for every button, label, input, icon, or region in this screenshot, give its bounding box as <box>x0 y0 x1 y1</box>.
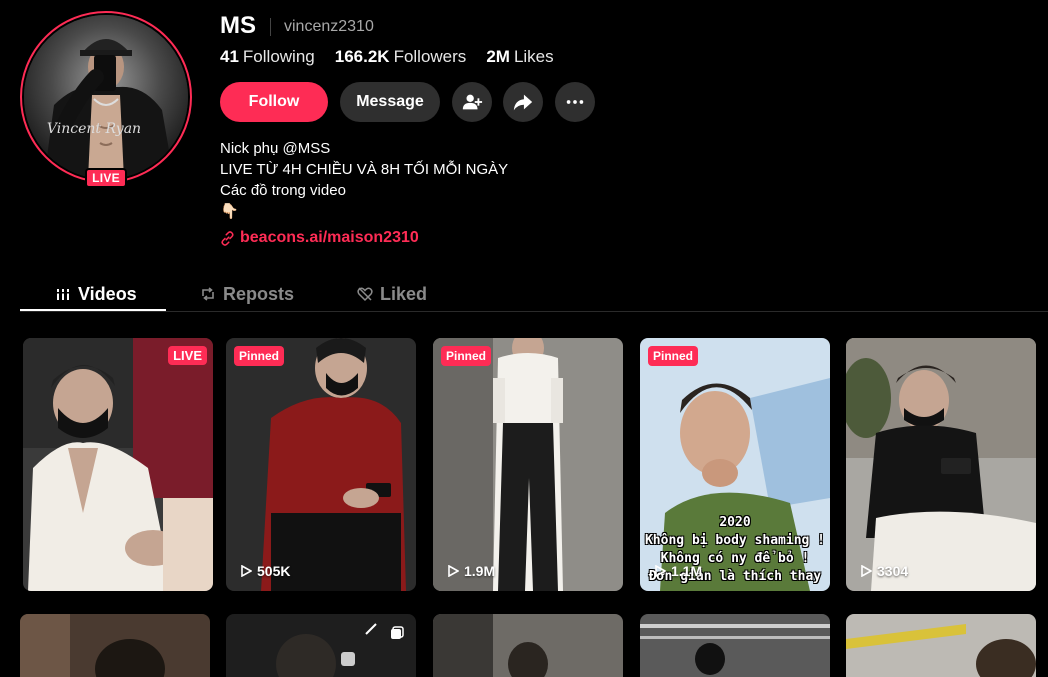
video-card[interactable] <box>20 614 210 677</box>
video-card[interactable]: Pinned 505K <box>226 338 416 591</box>
following-count: 41 <box>220 47 239 66</box>
tab-liked[interactable]: Liked <box>357 278 427 310</box>
view-count: 1.9M <box>447 563 495 579</box>
video-thumbnail <box>23 338 213 591</box>
view-count-text: 1.1M <box>671 563 703 579</box>
pinned-badge: Pinned <box>648 346 699 366</box>
bio-emoji: 👇🏻 <box>220 203 239 220</box>
profile-page: Vincent Ryan LIVE MS vincenz2310 41 Follo… <box>0 0 1048 677</box>
play-icon <box>655 565 666 577</box>
grid-bars-icon <box>56 289 70 300</box>
bio-link[interactable]: beacons.ai/maison2310 <box>220 229 419 247</box>
play-icon <box>861 565 872 577</box>
video-thumbnail <box>226 614 416 677</box>
video-card[interactable] <box>433 614 623 677</box>
profile-stats: 41 Following 166.2K Followers 2M Likes <box>220 47 554 67</box>
repost-icon <box>202 287 214 301</box>
tab-videos[interactable]: Videos <box>55 278 137 310</box>
likes-stat: 2M Likes <box>486 47 553 67</box>
video-thumbnail <box>226 338 416 591</box>
user-handle: vincenz2310 <box>284 18 374 35</box>
view-count-text: 1.9M <box>464 563 496 579</box>
video-thumbnail <box>20 614 210 677</box>
view-count: 1.1M <box>654 563 702 579</box>
pinned-badge: Pinned <box>441 346 492 366</box>
tab-label: Reposts <box>223 283 295 304</box>
message-button[interactable]: Message <box>340 82 440 122</box>
view-count: 3304 <box>860 563 908 579</box>
following-label: Following <box>242 47 315 66</box>
view-count: 505K <box>240 563 290 579</box>
tab-label: Liked <box>380 283 428 304</box>
followers-label: Followers <box>393 47 467 66</box>
share-arrow-icon <box>513 94 533 111</box>
video-card[interactable] <box>846 614 1036 677</box>
bio-line: Nick phụ @MSS <box>220 140 331 157</box>
tab-label: Videos <box>78 283 137 304</box>
link-icon <box>221 230 234 246</box>
live-badge[interactable]: LIVE <box>85 168 127 188</box>
bio-link-text: beacons.ai/maison2310 <box>240 229 419 246</box>
video-thumbnail <box>846 614 1036 677</box>
video-thumbnail <box>433 338 623 591</box>
avatar[interactable]: Vincent Ryan <box>24 15 188 179</box>
display-name: MS <box>220 12 256 39</box>
video-card[interactable] <box>226 614 416 677</box>
avatar-image: Vincent Ryan <box>24 15 188 179</box>
caption-line: Không bị body shaming ! <box>644 533 825 548</box>
person-add-icon <box>462 94 483 110</box>
video-card[interactable]: 2020 Không bị body shaming ! Không có ny… <box>640 338 830 591</box>
add-friend-button[interactable] <box>452 82 492 122</box>
play-icon <box>448 565 459 577</box>
tab-reposts[interactable]: Reposts <box>200 278 294 310</box>
followers-count: 166.2K <box>334 47 390 66</box>
caption-line: 2020 <box>719 515 751 530</box>
view-count-text: 3304 <box>877 563 909 579</box>
bio-line: Các đồ trong video <box>220 182 346 199</box>
avatar-watermark: Vincent Ryan <box>47 121 141 137</box>
share-button[interactable] <box>503 82 543 122</box>
video-thumbnail <box>433 614 623 677</box>
video-thumbnail <box>846 338 1036 591</box>
multi-photo-icon <box>390 626 404 640</box>
video-card[interactable]: 3304 <box>846 338 1036 591</box>
view-count-text: 505K <box>257 563 291 579</box>
likes-count: 2M <box>486 47 510 66</box>
likes-label: Likes <box>513 47 554 66</box>
heart-hidden-icon <box>357 287 373 302</box>
bio: Nick phụ @MSS LIVE TỪ 4H CHIỀU VÀ 8H TỐI… <box>220 138 508 222</box>
video-card[interactable]: LIVE <box>23 338 213 591</box>
video-card[interactable] <box>640 614 830 677</box>
tabs-divider <box>20 311 1048 312</box>
follow-button[interactable]: Follow <box>220 82 328 122</box>
pinned-badge: Pinned <box>234 346 285 366</box>
more-dots-icon <box>566 100 584 104</box>
play-icon <box>241 565 252 577</box>
more-button[interactable] <box>555 82 595 122</box>
name-divider <box>270 18 271 36</box>
video-thumbnail <box>640 614 830 677</box>
video-card[interactable]: Pinned 1.9M <box>433 338 623 591</box>
live-badge: LIVE <box>168 346 207 365</box>
following-stat[interactable]: 41 Following <box>220 47 315 67</box>
bio-line: LIVE TỪ 4H CHIỀU VÀ 8H TỐI MỖI NGÀY <box>220 161 509 178</box>
followers-stat[interactable]: 166.2K Followers <box>335 47 467 67</box>
